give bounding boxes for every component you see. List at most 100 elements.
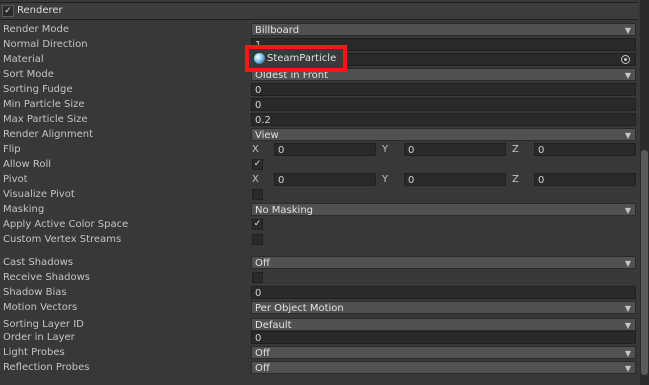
- cast-shadows-label: Cast Shadows: [3, 257, 74, 268]
- shadow-bias-row: Shadow Bias 0: [0, 285, 640, 300]
- material-sphere-icon: [254, 53, 265, 64]
- render-alignment-dropdown[interactable]: View ▼: [251, 128, 636, 141]
- shadow-bias-field[interactable]: 0: [251, 286, 636, 299]
- flip-x-label: X: [252, 144, 259, 155]
- object-picker-icon[interactable]: [621, 55, 630, 64]
- chevron-down-icon: ▼: [624, 26, 631, 35]
- flip-row: Flip X 0 Y 0 Z 0: [0, 142, 640, 157]
- pivot-y-field[interactable]: 0: [404, 173, 506, 186]
- light-probes-value: Off: [255, 348, 270, 359]
- receive-shadows-label: Receive Shadows: [3, 272, 90, 283]
- flip-y-label: Y: [382, 144, 389, 155]
- receive-shadows-row: Receive Shadows: [0, 270, 640, 285]
- render-alignment-row: Render Alignment View ▼: [0, 127, 640, 142]
- chevron-down-icon: ▼: [624, 349, 631, 358]
- flip-x-value: 0: [278, 145, 285, 156]
- masking-label: Masking: [3, 204, 45, 215]
- reflection-probes-value: Off: [255, 363, 270, 374]
- pivot-y-value: 0: [408, 175, 415, 186]
- normal-direction-label: Normal Direction: [3, 39, 88, 50]
- max-particle-size-value: 0.2: [255, 115, 271, 126]
- chevron-down-icon: ▼: [624, 71, 631, 80]
- motion-vectors-dropdown[interactable]: Per Object Motion ▼: [251, 301, 636, 314]
- reflection-probes-row: Reflection Probes Off ▼: [0, 360, 640, 375]
- pivot-label: Pivot: [3, 174, 28, 185]
- motion-vectors-row: Motion Vectors Per Object Motion ▼: [0, 300, 640, 315]
- flip-z-label: Z: [512, 144, 519, 155]
- sorting-fudge-field[interactable]: 0: [251, 83, 636, 96]
- order-in-layer-label: Order in Layer: [3, 332, 75, 343]
- min-particle-size-field[interactable]: 0: [251, 98, 636, 111]
- renderer-enabled-checkbox[interactable]: ✓: [2, 5, 14, 17]
- sorting-fudge-label: Sorting Fudge: [3, 84, 73, 95]
- chevron-down-icon: ▼: [624, 364, 631, 373]
- render-mode-dropdown[interactable]: Billboard ▼: [251, 23, 636, 36]
- render-alignment-value: View: [255, 130, 279, 141]
- sorting-fudge-row: Sorting Fudge 0: [0, 82, 640, 97]
- flip-y-value: 0: [408, 145, 415, 156]
- allow-roll-checkbox[interactable]: ✓: [252, 159, 263, 170]
- custom-vertex-streams-label: Custom Vertex Streams: [3, 234, 122, 245]
- pivot-x-field[interactable]: 0: [274, 173, 376, 186]
- max-particle-size-field[interactable]: 0.2: [251, 113, 636, 126]
- chevron-down-icon: ▼: [624, 259, 631, 268]
- cast-shadows-dropdown[interactable]: Off ▼: [251, 256, 636, 269]
- cast-shadows-value: Off: [255, 258, 270, 269]
- visualize-pivot-label: Visualize Pivot: [3, 189, 75, 200]
- allow-roll-label: Allow Roll: [3, 159, 52, 170]
- apply-active-color-space-row: Apply Active Color Space ✓: [0, 217, 640, 232]
- order-in-layer-row: Order in Layer 0: [0, 330, 640, 345]
- masking-value: No Masking: [255, 205, 313, 216]
- reflection-probes-label: Reflection Probes: [3, 362, 90, 373]
- min-particle-size-row: Min Particle Size 0: [0, 97, 640, 112]
- pivot-row: Pivot X 0 Y 0 Z 0: [0, 172, 640, 187]
- allow-roll-row: Allow Roll ✓: [0, 157, 640, 172]
- render-mode-row: Render Mode Billboard ▼: [0, 22, 640, 37]
- motion-vectors-value: Per Object Motion: [255, 303, 344, 314]
- flip-z-field[interactable]: 0: [534, 143, 636, 156]
- flip-y-field[interactable]: 0: [404, 143, 506, 156]
- pivot-z-field[interactable]: 0: [534, 173, 636, 186]
- order-in-layer-value: 0: [255, 333, 262, 344]
- min-particle-size-value: 0: [255, 100, 262, 111]
- masking-dropdown[interactable]: No Masking ▼: [251, 203, 636, 216]
- light-probes-label: Light Probes: [3, 347, 65, 358]
- chevron-down-icon: ▼: [624, 131, 631, 140]
- shadow-bias-label: Shadow Bias: [3, 287, 67, 298]
- cast-shadows-row: Cast Shadows Off ▼: [0, 255, 640, 270]
- chevron-down-icon: ▼: [624, 304, 631, 313]
- render-mode-label: Render Mode: [3, 24, 70, 35]
- visualize-pivot-row: Visualize Pivot: [0, 187, 640, 202]
- chevron-down-icon: ▼: [624, 206, 631, 215]
- inspector-scrollbar[interactable]: [640, 0, 649, 385]
- pivot-z-value: 0: [538, 175, 545, 186]
- pivot-x-label: X: [252, 174, 259, 185]
- max-particle-size-label: Max Particle Size: [3, 114, 88, 125]
- visualize-pivot-checkbox[interactable]: [252, 189, 263, 200]
- material-value[interactable]: SteamParticle: [267, 52, 336, 66]
- custom-vertex-streams-row: Custom Vertex Streams: [0, 232, 640, 247]
- max-particle-size-row: Max Particle Size 0.2: [0, 112, 640, 127]
- material-highlight-box: SteamParticle: [245, 45, 347, 72]
- light-probes-row: Light Probes Off ▼: [0, 345, 640, 360]
- order-in-layer-field[interactable]: 0: [251, 331, 636, 344]
- flip-z-value: 0: [538, 145, 545, 156]
- flip-label: Flip: [3, 144, 21, 155]
- pivot-y-label: Y: [382, 174, 389, 185]
- custom-vertex-streams-checkbox[interactable]: [252, 234, 263, 245]
- flip-x-field[interactable]: 0: [274, 143, 376, 156]
- render-mode-value: Billboard: [255, 25, 300, 36]
- receive-shadows-checkbox[interactable]: [252, 272, 263, 283]
- pivot-x-value: 0: [278, 175, 285, 186]
- apply-active-color-space-checkbox[interactable]: ✓: [252, 219, 263, 230]
- material-label: Material: [3, 54, 44, 65]
- apply-active-color-space-label: Apply Active Color Space: [3, 219, 129, 230]
- sorting-fudge-value: 0: [255, 85, 262, 96]
- pivot-z-label: Z: [512, 174, 519, 185]
- light-probes-dropdown[interactable]: Off ▼: [251, 346, 636, 359]
- min-particle-size-label: Min Particle Size: [3, 99, 85, 110]
- reflection-probes-dropdown[interactable]: Off ▼: [251, 361, 636, 374]
- scrollbar-thumb[interactable]: [641, 150, 648, 375]
- render-alignment-label: Render Alignment: [3, 129, 94, 140]
- renderer-section-header[interactable]: ✓ Renderer: [0, 2, 638, 20]
